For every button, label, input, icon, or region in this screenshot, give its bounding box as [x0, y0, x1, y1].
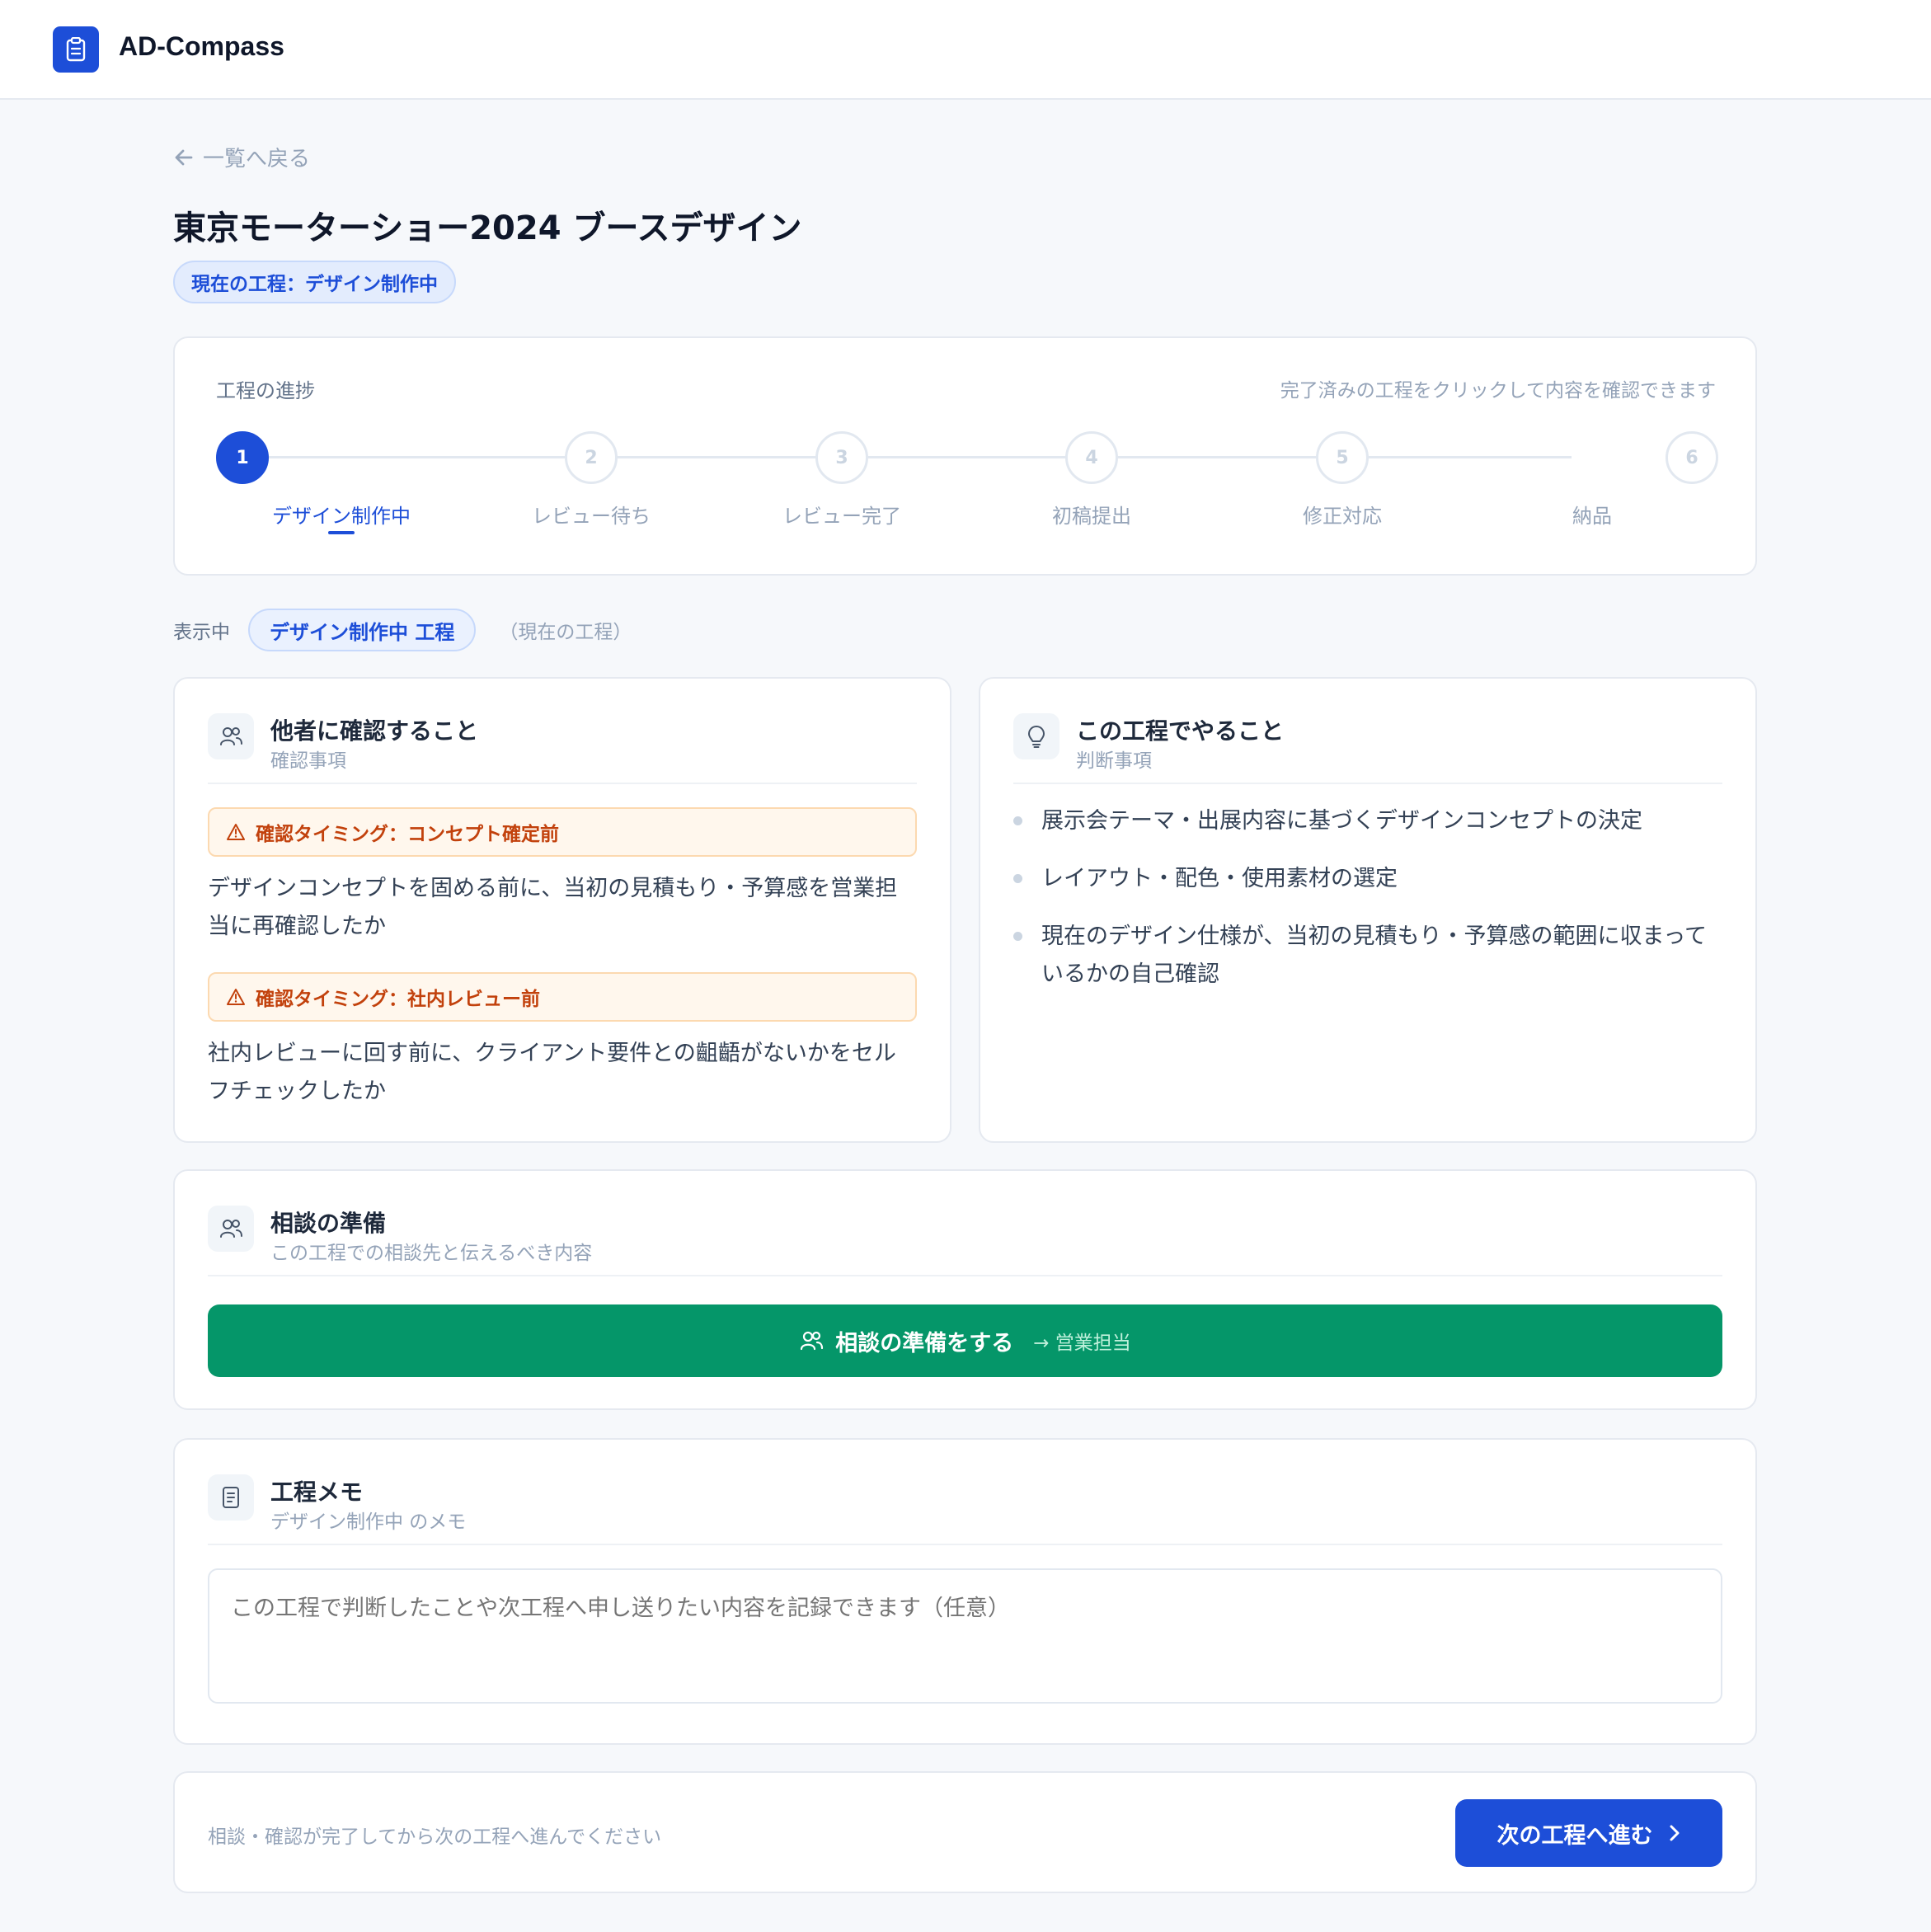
todo-list: 展示会テーマ・出展内容に基づくデザインコンセプトの決定 レイアウト・配色・使用素…: [1013, 802, 1722, 1013]
confirm-card-header: 他者に確認すること 確認事項: [208, 713, 917, 784]
progress-card: 工程の進捗 完了済みの工程をクリックして内容を確認できます 1 2 3 4 5 …: [173, 336, 1757, 576]
viewing-note: （現在の工程）: [499, 622, 632, 643]
progress-title: 工程の進捗: [216, 379, 315, 402]
progress-hint: 完了済みの工程をクリックして内容を確認できます: [1280, 380, 1716, 402]
step-1-label[interactable]: デザイン制作中: [242, 500, 440, 529]
lightbulb-icon: [1013, 713, 1059, 759]
todo-card-subtitle: 判断事項: [1076, 750, 1152, 772]
page-title: 東京モーターショー2024 ブースデザイン: [173, 209, 802, 247]
confirm-card: 他者に確認すること 確認事項 確認タイミング：コンセプト確定前 デザインコンセプ…: [173, 677, 951, 1143]
footer-note: 相談・確認が完了してから次の工程へ進んでください: [208, 1826, 662, 1848]
confirm-card-subtitle: 確認事項: [270, 750, 346, 772]
back-link[interactable]: 一覧へ戻る: [173, 142, 310, 172]
timing-label: 確認タイミング：社内レビュー前: [256, 989, 540, 1010]
step-3-label: レビュー完了: [782, 505, 901, 528]
step-4-label: 初稿提出: [1052, 505, 1131, 528]
step-4-circle: 4: [1065, 431, 1118, 484]
todo-item-text: 展示会テーマ・出展内容に基づくデザインコンセプトの決定: [1041, 808, 1642, 834]
document-icon: [208, 1474, 254, 1521]
warning-icon: [227, 824, 245, 840]
current-stage-badge: 現在の工程：デザイン制作中: [173, 261, 456, 303]
memo-card-subtitle: デザイン制作中 のメモ: [270, 1511, 467, 1533]
arrow-left-icon: [175, 149, 193, 165]
todo-item-text: 現在のデザイン仕様が、当初の見積もり・予算感の範囲に収まっているかの自己確認: [1041, 924, 1708, 987]
confirm-item-text: デザインコンセプトを固める前に、当初の見積もり・予算感を営業担当に再確認したか: [208, 876, 898, 939]
clipboard-icon: [53, 26, 99, 73]
people-icon: [801, 1331, 824, 1351]
progress-track: [269, 456, 1572, 458]
memo-card: 工程メモ デザイン制作中 のメモ: [173, 1438, 1757, 1745]
list-item: 展示会テーマ・出展内容に基づくデザインコンセプトの決定: [1013, 802, 1722, 840]
list-item: 現在のデザイン仕様が、当初の見積もり・予算感の範囲に収まっているかの自己確認: [1013, 918, 1722, 994]
memo-textarea[interactable]: [208, 1568, 1722, 1704]
step-5-circle: 5: [1316, 431, 1369, 484]
step-1-circle[interactable]: 1: [216, 431, 269, 484]
todo-card: この工程でやること 判断事項 展示会テーマ・出展内容に基づくデザインコンセプトの…: [979, 677, 1757, 1143]
bullet-dot: [1013, 874, 1022, 883]
step-2-label: レビュー待ち: [532, 505, 651, 528]
timing-label: 確認タイミング：コンセプト確定前: [256, 824, 559, 845]
memo-card-title: 工程メモ: [270, 1478, 364, 1506]
bullet-dot: [1013, 816, 1022, 825]
warning-icon: [227, 989, 245, 1005]
footer-card: 相談・確認が完了してから次の工程へ進んでください 次の工程へ進む: [173, 1771, 1757, 1893]
step-5-label: 修正対応: [1303, 505, 1382, 528]
todo-card-title: この工程でやること: [1076, 717, 1285, 745]
people-icon: [208, 1206, 254, 1252]
consult-card-header: 相談の準備 この工程での相談先と伝えるべき内容: [208, 1206, 1722, 1276]
consult-button-target: → 営業担当: [1033, 1333, 1131, 1354]
step-6-circle: 6: [1666, 431, 1718, 484]
confirm-card-title: 他者に確認すること: [270, 717, 479, 745]
app-name: AD-Compass: [119, 31, 284, 61]
viewing-label: 表示中: [173, 622, 230, 643]
consult-card: 相談の準備 この工程での相談先と伝えるべき内容 相談の準備をする → 営業担当: [173, 1169, 1757, 1410]
viewing-stage-chip: デザイン制作中 工程: [248, 609, 477, 651]
active-step-indicator: [328, 531, 355, 534]
step-2-circle: 2: [565, 431, 618, 484]
step-3-circle: 3: [815, 431, 868, 484]
people-icon: [208, 713, 254, 759]
confirm-item-text: 社内レビューに回す前に、クライアント要件との齟齬がないかをセルフチェックしたか: [208, 1041, 896, 1104]
consult-card-subtitle: この工程での相談先と伝えるべき内容: [270, 1243, 593, 1264]
memo-card-header: 工程メモ デザイン制作中 のメモ: [208, 1474, 1722, 1545]
consult-card-title: 相談の準備: [270, 1210, 387, 1237]
back-link-label: 一覧へ戻る: [203, 147, 311, 172]
timing-banner: 確認タイミング：社内レビュー前: [208, 972, 917, 1022]
todo-item-text: レイアウト・配色・使用素材の選定: [1041, 866, 1398, 891]
next-step-button[interactable]: 次の工程へ進む: [1455, 1799, 1722, 1867]
viewing-row: 表示中 デザイン制作中 工程 （現在の工程）: [173, 609, 632, 651]
step-6-label: 納品: [1572, 505, 1612, 528]
timing-banner: 確認タイミング：コンセプト確定前: [208, 807, 917, 857]
consult-button-label: 相談の準備をする: [835, 1330, 1014, 1356]
todo-card-header: この工程でやること 判断事項: [1013, 713, 1722, 784]
list-item: レイアウト・配色・使用素材の選定: [1013, 860, 1722, 898]
top-bar: AD-Compass: [0, 0, 1931, 100]
next-step-label: 次の工程へ進む: [1496, 1822, 1653, 1849]
consult-prepare-button[interactable]: 相談の準備をする → 営業担当: [208, 1304, 1722, 1377]
bullet-dot: [1013, 932, 1022, 941]
chevron-right-icon: [1670, 1825, 1679, 1841]
